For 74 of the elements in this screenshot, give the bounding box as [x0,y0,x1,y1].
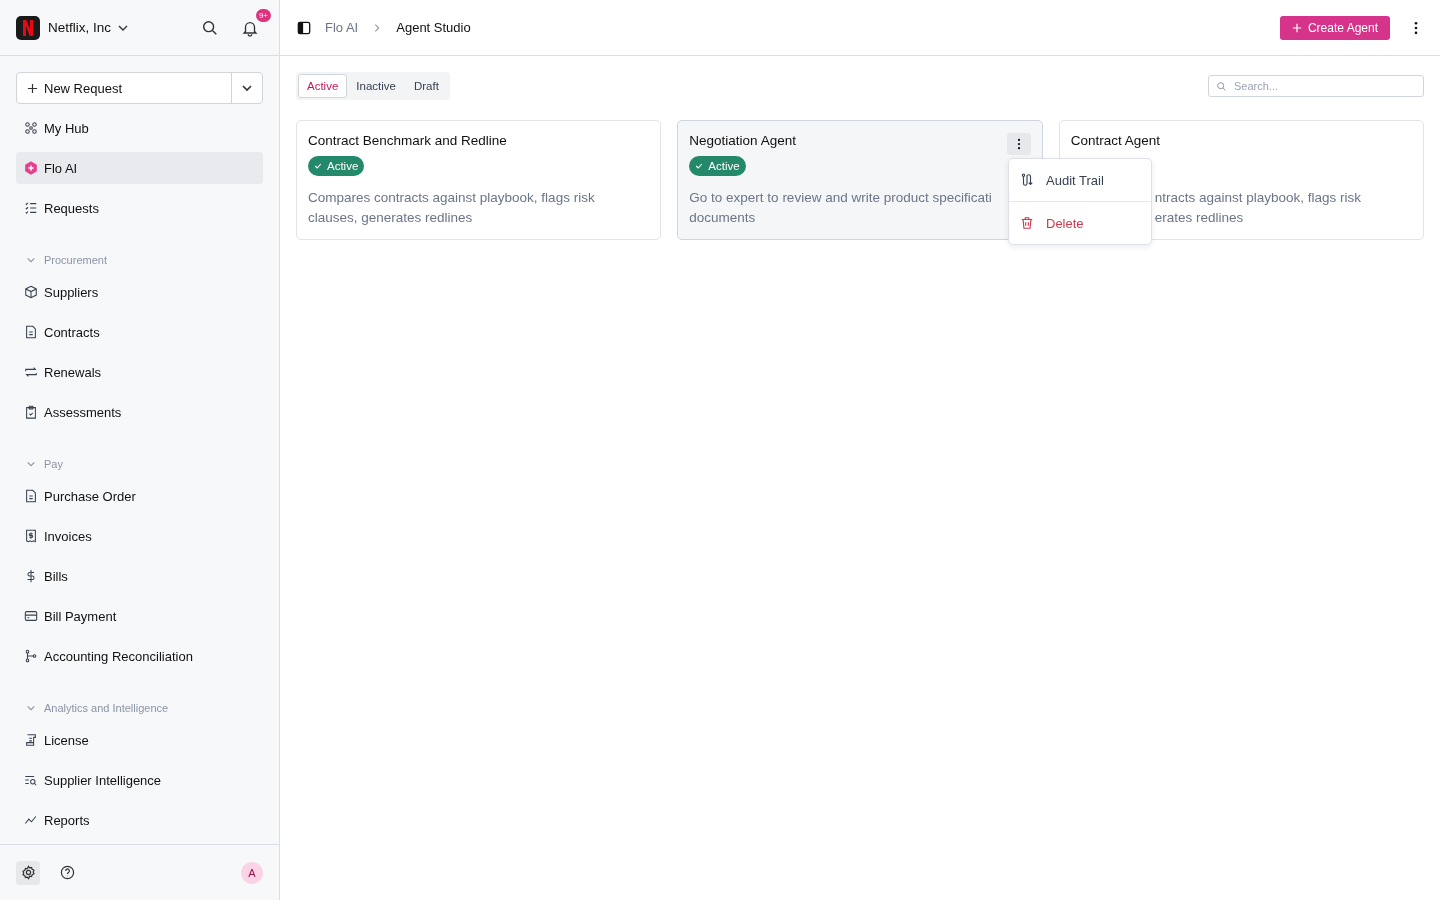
plus-icon [27,82,38,94]
nodes-icon [24,121,38,135]
route-icon [1020,173,1034,187]
list-search-icon [24,773,38,787]
scroll-icon [24,733,38,747]
checklist-icon [24,201,38,215]
help-icon[interactable] [60,865,75,880]
cube-icon [24,285,38,299]
search-field[interactable]: Search... [1208,75,1424,97]
sidebar-item[interactable]: Accounting Reconciliation [16,640,263,672]
sidebar-item[interactable]: Suppliers [16,276,263,308]
chevron-icon [26,703,36,713]
chevron-down-icon [241,82,253,94]
sidebar-item[interactable]: Supplier Intelligence [16,764,263,796]
create-agent-button[interactable]: Create Agent [1279,15,1390,40]
sidebar-item[interactable]: Contracts [16,316,263,348]
line-chart-icon [24,813,38,827]
document-icon [24,325,38,339]
document-icon [24,489,38,503]
sidebar-item[interactable]: My Hub [16,112,263,144]
more-icon [1016,138,1021,150]
card-description: Go to expert to review and write product specificati [689,189,992,207]
breadcrumb-link[interactable]: Flo AI [325,20,359,35]
receipt-icon [24,529,38,543]
tab[interactable]: Active [298,74,348,98]
tab[interactable]: Inactive [347,74,405,98]
sidebar-item[interactable]: License [16,724,263,756]
tab[interactable]: Draft [404,74,448,98]
repeat-icon [24,365,38,379]
company-logo-icon [16,15,40,40]
organization-switcher[interactable]: Netflix, Inc [48,20,130,35]
user-avatar[interactable]: A [241,861,263,884]
hexagon-logo-icon [24,161,38,175]
agent-card[interactable]: Contract Benchmark and Redline Active Compares contracts against playbook, flags risk clauses, generates redlines [296,120,662,240]
page-title: Agent Studio [396,20,471,35]
card-title: Contract Benchmark and Redline [308,133,507,148]
clipboard-icon [24,405,38,419]
card-description: documents [689,209,756,227]
sidebar-item[interactable]: Bills [16,560,263,592]
sidebar-item[interactable]: Reports [16,804,263,836]
card-description: Compares contracts against playbook, flags risk [308,189,595,207]
card-menu-button[interactable] [1006,133,1031,155]
search-icon[interactable] [201,18,219,37]
chevron-icon [26,255,36,265]
dollar-icon [24,569,38,583]
sidebar-item[interactable]: Assessments [16,396,263,428]
trash-icon [1020,216,1034,230]
sidebar-item[interactable]: Renewals [16,356,263,388]
sidebar-item[interactable]: Purchase Order [16,480,263,512]
status-badge: Active [308,156,365,176]
sidebar-item[interactable]: Invoices [16,520,263,552]
credit-card-icon [24,609,38,623]
chevron-icon [26,459,36,469]
card-description: clauses, generates redlines [308,209,473,227]
check-icon [695,162,704,170]
settings-button[interactable] [16,860,40,885]
more-icon[interactable] [1414,20,1418,35]
card-title: Contract Agent [1070,133,1160,148]
notification-badge: 9+ [255,8,271,22]
menu-item[interactable]: Delete [1009,201,1151,244]
sidebar-item[interactable]: Requests [16,192,263,224]
branch-icon [24,649,38,663]
status-badge: Active [689,156,746,176]
card-description: erates redlines [1154,209,1244,227]
card-description: ntracts against playbook, flags risk [1154,189,1361,207]
sidebar-item[interactable]: Bill Payment [16,600,263,632]
sidebar-toggle-icon[interactable] [297,20,311,35]
agent-card[interactable]: Negotiation Agent Active Go to expert to review and write product specificati documents [677,120,1043,240]
plus-icon [1291,22,1302,33]
settings-icon [20,865,36,880]
search-icon [1216,81,1227,92]
check-icon [314,162,322,170]
card-title: Negotiation Agent [689,133,796,148]
sidebar-item[interactable]: Flo AI [16,152,263,184]
